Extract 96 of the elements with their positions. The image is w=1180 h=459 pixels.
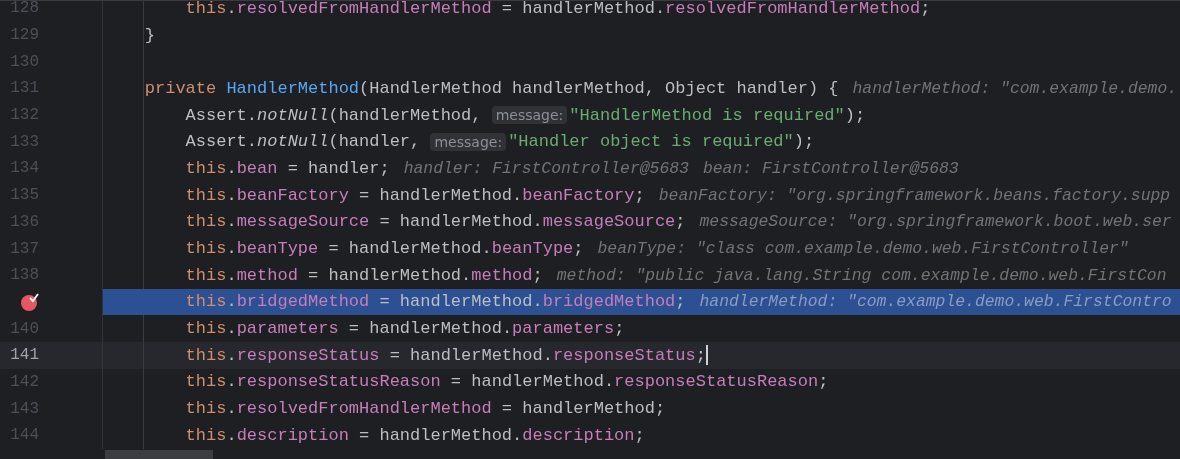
code-token: . [226,319,237,339]
code-token: parameters [236,319,339,339]
code-token: = handlerMethod. [307,265,472,285]
code-editor[interactable] [0,0,1180,459]
code-token: "HandlerMethod is required" [569,105,845,125]
code-token: ; [695,345,706,365]
code-token: private [143,78,218,98]
code-token: = handler; [286,158,390,178]
code-token: = handlerMethod. [388,345,553,365]
code-token: responseStatusReason [614,372,819,392]
code-token: beanType [236,239,319,259]
code-token: ; [675,212,686,232]
code-token: this [184,185,227,205]
code-token: (handlerMethod, [328,105,483,125]
code-token: this [184,239,227,259]
code-token: beanFactory [236,185,349,205]
code-token: this [184,158,227,178]
code-token: this [184,265,227,285]
code-token: . [226,265,237,285]
debug-value-hint: beanType: "class com.example.demo.web.FirstController" [597,239,1129,259]
debug-value-hint: handlerMethod: "com.example.demo. [852,78,1178,98]
line-number: 141 [9,346,39,365]
code-token: ; [532,265,543,285]
code-token: this [184,399,227,419]
code-token: . [226,185,237,205]
scrollbar-thumb[interactable] [105,450,213,459]
code-token: (handler, [328,132,422,152]
debug-value-hint: handler: FirstController@5683 [403,158,689,178]
code-token: HandlerMethod [226,78,360,98]
code-token: = handlerMethod. [358,425,523,445]
code-token: this [184,212,227,232]
debug-value-hint: handlerMethod: "com.example.demo.web.FirstContro [699,292,1172,312]
code-token: bean [236,158,278,178]
code-token: resolvedFromHandlerMethod [665,1,921,18]
code-token: ; [920,1,931,18]
code-token: messageSource [542,212,676,232]
code-token: = handlerMethod; [500,399,666,419]
code-token: Assert. [184,132,258,152]
code-token: = handlerMethod. [378,212,543,232]
code-token: ; [573,239,584,259]
code-token: . [226,239,237,259]
debug-value-hint: messageSource: "org.springframework.boot.web.ser [699,212,1172,232]
code-token: messageSource [236,212,370,232]
debug-value-hint: bean: FirstController@5683 [702,158,959,178]
code-token: = handlerMethod. [449,372,615,392]
code-token: beanFactory [522,185,635,205]
code-token: beanType [491,239,574,259]
code-token: this [184,425,227,445]
code-token: responseStatus [236,345,380,365]
code-token: } [143,25,155,45]
code-token: ; [634,185,645,205]
code-token: = handlerMethod. [378,292,543,312]
parameter-hint: message: [491,106,568,125]
code-token: . [226,345,237,365]
code-token: Assert. [184,105,258,125]
code-token: = handlerMethod. [500,1,666,18]
code-token: . [226,1,237,18]
code-token: method [471,265,533,285]
code-token: description [236,425,349,445]
code-token: method [236,265,298,285]
debug-value-hint: beanFactory: "org.springframework.beans.factory.supp [658,185,1171,205]
code-token: this [184,1,227,18]
code-token: notNull [257,132,329,152]
code-token: ); [844,105,866,125]
code-token: "Handler object is required" [508,132,794,152]
code-token: ; [675,292,686,312]
code-token: ; [634,425,645,445]
breakpoint-icon[interactable] [20,291,40,312]
parameter-hint: message: [430,132,507,151]
code-token: parameters [512,319,615,339]
code-token: . [226,158,237,178]
code-token: this [184,292,227,312]
code-token: resolvedFromHandlerMethod [236,1,492,18]
code-token: = handlerMethod. [358,185,523,205]
code-token: responseStatus [552,345,696,365]
code-token: resolvedFromHandlerMethod [236,399,492,419]
code-token: ; [614,319,625,339]
code-token: bridgedMethod [542,292,676,312]
code-token: (HandlerMethod handlerMethod, Object handler) { [359,78,839,98]
code-token: . [226,399,237,419]
code-token: responseStatusReason [236,372,441,392]
code-token: . [226,425,237,445]
code-token: . [226,372,237,392]
code-token: . [226,292,237,312]
debug-value-hint: method: "public java.lang.String com.example.demo.web.FirstCon [556,265,1167,285]
code-token: this [184,319,227,339]
code-token: ); [793,132,815,152]
code-token: this [184,372,227,392]
code-token: . [226,212,237,232]
code-token: description [522,425,635,445]
code-token: bridgedMethod [236,292,370,312]
code-token: this [184,345,227,365]
code-token: notNull [257,105,329,125]
code-token: = handlerMethod. [347,319,513,339]
code-token: ; [818,372,829,392]
code-token: = handlerMethod. [327,239,492,259]
